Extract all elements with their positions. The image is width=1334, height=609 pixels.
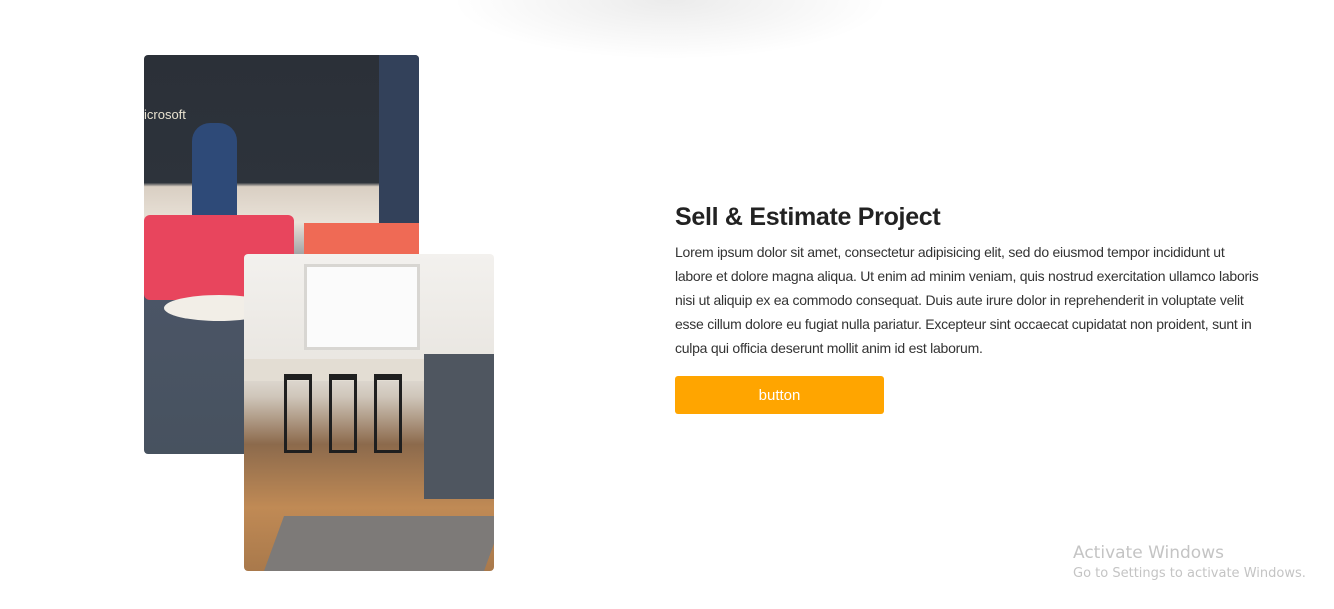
section-description: Lorem ipsum dolor sit amet, consectetur …	[675, 244, 1259, 356]
header-shadow	[450, 0, 890, 60]
windows-activation-watermark: Activate Windows Go to Settings to activ…	[1073, 543, 1306, 581]
image-rug	[263, 516, 494, 571]
image-logo-text: icrosoft	[144, 107, 186, 122]
image-counter	[424, 354, 494, 499]
image-chair	[374, 374, 402, 453]
feature-section: Sell & Estimate Project Lorem ipsum dolo…	[675, 200, 1275, 414]
watermark-subtitle: Go to Settings to activate Windows.	[1073, 566, 1306, 581]
image-wall	[379, 55, 419, 225]
section-title: Sell & Estimate Project	[675, 203, 941, 231]
cta-button[interactable]: button	[675, 376, 884, 414]
image-window	[304, 264, 420, 350]
image-chair	[329, 374, 357, 453]
watermark-title: Activate Windows	[1073, 543, 1224, 563]
image-chair	[284, 374, 312, 453]
dining-room-image	[244, 254, 494, 571]
